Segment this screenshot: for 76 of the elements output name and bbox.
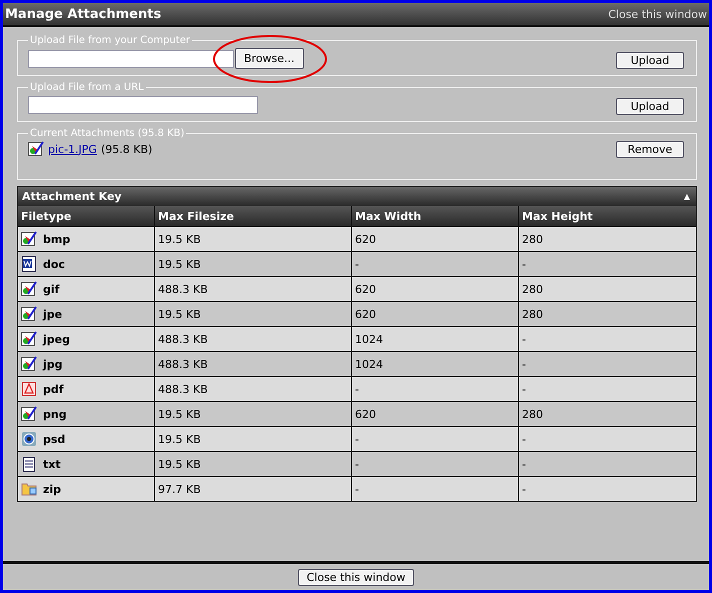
url-field[interactable] bbox=[28, 96, 258, 114]
filetype-label: bmp bbox=[43, 232, 70, 246]
table-cell: 280 bbox=[518, 302, 696, 326]
word-document-icon bbox=[21, 256, 37, 272]
table-cell: 620 bbox=[352, 402, 518, 426]
image-file-icon bbox=[21, 331, 37, 347]
table-cell: 19.5 KB bbox=[154, 452, 352, 476]
table-cell: - bbox=[352, 452, 518, 476]
table-cell: - bbox=[352, 376, 518, 402]
table-cell: - bbox=[518, 376, 696, 402]
upload-button[interactable]: Upload bbox=[616, 98, 684, 115]
file-path-field[interactable] bbox=[28, 50, 234, 68]
filetype-label: jpeg bbox=[43, 332, 70, 346]
close-window-button[interactable]: Close this window bbox=[298, 568, 414, 586]
table-cell: 620 bbox=[352, 302, 518, 326]
image-file-icon bbox=[21, 281, 37, 297]
attachment-link[interactable]: pic-1.JPG bbox=[48, 142, 97, 156]
folder-icon bbox=[21, 481, 37, 497]
table-cell: - bbox=[518, 426, 696, 452]
remove-button[interactable]: Remove bbox=[616, 141, 684, 158]
panel-legend: Upload File from your Computer bbox=[28, 35, 192, 46]
pdf-file-icon bbox=[21, 381, 37, 397]
image-file-icon bbox=[21, 231, 37, 247]
table-cell: 19.5 KB bbox=[154, 402, 352, 426]
table-cell: 1024 bbox=[352, 326, 518, 352]
table-title: Attachment Key bbox=[22, 190, 122, 203]
filetype-label: zip bbox=[43, 482, 62, 496]
table-cell: 19.5 KB bbox=[154, 252, 352, 276]
filetype-label: gif bbox=[43, 282, 60, 296]
panel-legend: Current Attachments (95.8 KB) bbox=[28, 128, 186, 139]
column-header: Max Filesize bbox=[154, 206, 352, 226]
browse-button[interactable]: Browse... bbox=[235, 48, 304, 69]
table-cell: 97.7 KB bbox=[154, 476, 352, 501]
table-cell: 280 bbox=[518, 402, 696, 426]
table-cell: 488.3 KB bbox=[154, 326, 352, 352]
table-cell: 19.5 KB bbox=[154, 426, 352, 452]
table-cell: - bbox=[518, 452, 696, 476]
table-cell: 488.3 KB bbox=[154, 376, 352, 402]
close-window-link[interactable]: Close this window bbox=[608, 8, 707, 20]
image-file-icon bbox=[28, 141, 44, 157]
table-cell: - bbox=[518, 352, 696, 376]
table-cell: 488.3 KB bbox=[154, 352, 352, 376]
table-cell: - bbox=[352, 476, 518, 501]
filetype-label: pdf bbox=[43, 382, 64, 396]
filetype-label: jpg bbox=[43, 358, 63, 370]
window-title: Manage Attachments bbox=[5, 6, 162, 22]
attachment-size: (95.8 KB) bbox=[100, 142, 152, 156]
table-cell: - bbox=[518, 326, 696, 352]
table-cell: 280 bbox=[518, 226, 696, 252]
text-file-icon bbox=[21, 456, 37, 472]
collapse-toggle[interactable]: ▲ bbox=[684, 192, 690, 201]
table-cell: - bbox=[352, 426, 518, 452]
table-cell: 280 bbox=[518, 276, 696, 302]
image-file-icon bbox=[21, 306, 37, 322]
table-cell: 620 bbox=[352, 226, 518, 252]
table-cell: - bbox=[518, 252, 696, 276]
panel-legend: Upload File from a URL bbox=[28, 82, 146, 93]
table-cell: 488.3 KB bbox=[154, 276, 352, 302]
table-cell: 620 bbox=[352, 276, 518, 302]
column-header: Max Height bbox=[518, 206, 696, 226]
table-cell: - bbox=[352, 252, 518, 276]
globe-file-icon bbox=[21, 431, 37, 447]
table-cell: 1024 bbox=[352, 352, 518, 376]
column-header: Max Width bbox=[352, 206, 518, 226]
filetype-label: doc bbox=[43, 258, 65, 270]
filetype-label: jpe bbox=[43, 308, 62, 320]
image-file-icon bbox=[21, 406, 37, 422]
filetype-label: png bbox=[43, 408, 67, 420]
filetype-label: psd bbox=[43, 432, 66, 446]
upload-button[interactable]: Upload bbox=[616, 52, 684, 68]
table-cell: 19.5 KB bbox=[154, 302, 352, 326]
image-file-icon bbox=[21, 356, 37, 372]
filetype-label: txt bbox=[43, 458, 61, 470]
table-cell: 19.5 KB bbox=[154, 226, 352, 252]
column-header: Filetype bbox=[18, 206, 154, 226]
table-cell: - bbox=[518, 476, 696, 501]
